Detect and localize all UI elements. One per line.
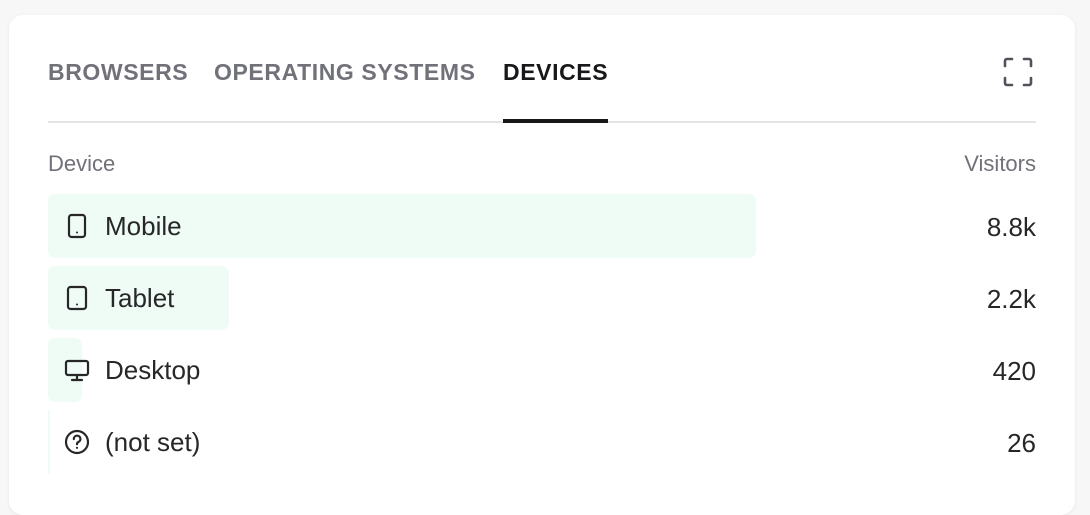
row-value: 420 [992,356,1036,386]
tab-browsers-label: BROWSERS [48,59,189,85]
devices-card: BROWSERS OPERATING SYSTEMS DEVICES Devic… [9,15,1075,515]
column-header-visitors: Visitors [964,151,1036,176]
expand-icon[interactable] [1003,57,1033,87]
share-bar [48,410,50,474]
table-row[interactable]: Mobile 8.8k [48,194,1036,258]
mobile-icon [64,213,90,239]
tablet-icon [64,285,90,311]
desktop-icon [64,357,90,383]
table-row[interactable]: (not set) 26 [48,410,1036,474]
row-value: 8.8k [986,212,1036,242]
question-icon [64,429,90,455]
tab-browsers[interactable]: BROWSERS [48,59,188,121]
row-value: 2.2k [986,284,1036,314]
tab-devices-label: DEVICES [503,59,609,85]
tab-operating-systems-label: OPERATING SYSTEMS [214,59,476,85]
row-label: Mobile [105,211,182,241]
table-row[interactable]: Tablet 2.2k [48,266,1036,330]
row-label: (not set) [105,427,201,457]
row-label: Tablet [105,283,175,313]
tab-operating-systems[interactable]: OPERATING SYSTEMS [214,59,476,121]
tab-bar: BROWSERS OPERATING SYSTEMS DEVICES [48,15,1036,123]
table-row[interactable]: Desktop 420 [48,338,1036,402]
tab-devices[interactable]: DEVICES [503,59,609,123]
row-value: 26 [1007,428,1036,458]
active-tab-indicator [503,119,609,123]
column-header-device: Device [48,151,116,176]
row-label: Desktop [105,355,201,385]
